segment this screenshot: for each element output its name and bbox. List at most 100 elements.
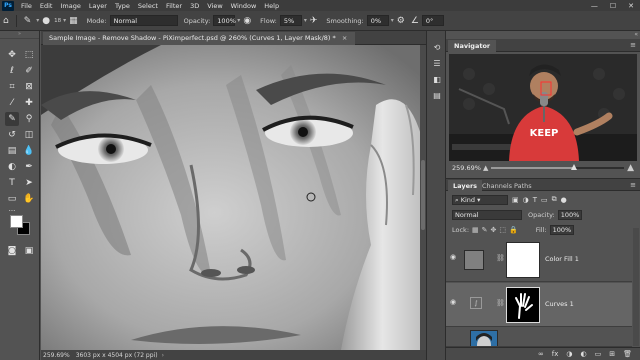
curves-adjustment-icon[interactable]: ∫ (470, 297, 482, 309)
airbrush-icon[interactable]: ✈ (310, 16, 318, 26)
artboard-tool-icon[interactable]: ⬚ (22, 48, 36, 62)
add-mask-icon[interactable]: ◑ (566, 350, 572, 358)
pixel-filter-icon[interactable]: ▣ (512, 196, 519, 204)
menu-file[interactable]: File (17, 2, 36, 10)
adjustment-filter-icon[interactable]: ◑ (523, 196, 529, 204)
menu-help[interactable]: Help (260, 2, 283, 10)
layer-style-icon[interactable]: fx (552, 350, 559, 358)
document-tab[interactable]: Sample Image - Remove Shadow - PiXimperf… (43, 32, 356, 45)
mode-select[interactable]: Normal (109, 15, 178, 26)
panel-menu-icon[interactable]: ≡ (630, 181, 636, 189)
zoom-out-icon[interactable]: ▲ (483, 164, 488, 172)
layer-row-curves[interactable]: ◉ ∫ ⛓ Curves 1 (446, 283, 632, 327)
visibility-eye-icon[interactable]: ◉ (450, 298, 460, 308)
brush-tool-icon[interactable]: ✎ (5, 112, 19, 126)
dodge-tool-icon[interactable]: ◐ (5, 160, 19, 174)
smoothing-settings-gear-icon[interactable]: ⚙ (397, 16, 405, 26)
pen-tool-icon[interactable]: ✒ (22, 160, 36, 174)
brush-settings-icon[interactable]: ▦ (69, 16, 78, 26)
gradient-tool-icon[interactable]: ▤ (5, 144, 19, 158)
lock-all-icon[interactable]: 🔒 (509, 226, 518, 234)
layer-mask-thumbnail[interactable] (506, 242, 540, 278)
foreground-color-swatch[interactable] (10, 215, 23, 228)
brush-tool-icon[interactable]: ✎ (24, 16, 32, 26)
blend-mode-select[interactable]: Normal (452, 209, 522, 220)
type-filter-icon[interactable]: T (533, 196, 537, 204)
brush-preset-icon[interactable]: ● (42, 16, 50, 26)
shape-filter-icon[interactable]: ▭ (541, 196, 548, 204)
maximize-button[interactable]: ☐ (610, 2, 616, 10)
type-tool-icon[interactable]: T (5, 176, 19, 190)
link-chain-icon[interactable]: ⛓ (496, 299, 505, 307)
blur-tool-icon[interactable]: 💧 (22, 144, 36, 158)
menu-edit[interactable]: Edit (36, 2, 57, 10)
screen-mode-icon[interactable]: ▣ (22, 244, 36, 258)
libraries-panel-icon[interactable]: ▤ (431, 89, 443, 101)
flow-field[interactable]: 5% (279, 15, 302, 26)
layer-mask-thumbnail[interactable] (506, 287, 540, 323)
chevron-down-icon[interactable]: ▾ (237, 17, 240, 24)
filter-toggle-icon[interactable]: ● (561, 196, 567, 204)
link-chain-icon[interactable]: ⛓ (496, 254, 505, 262)
eraser-tool-icon[interactable]: ◫ (22, 128, 36, 142)
layer-name[interactable]: Color Fill 1 (545, 255, 579, 263)
home-icon[interactable]: ⌂ (3, 16, 9, 26)
healing-tool-icon[interactable]: ✚ (22, 96, 36, 110)
close-window-button[interactable]: ✕ (628, 2, 634, 10)
history-brush-tool-icon[interactable]: ↺ (5, 128, 19, 142)
chevron-down-icon[interactable]: ▾ (391, 17, 394, 24)
layer-name[interactable]: Curves 1 (545, 300, 574, 308)
delete-layer-icon[interactable]: 🗑 (623, 350, 632, 358)
menu-layer[interactable]: Layer (85, 2, 111, 10)
minimize-button[interactable]: — (591, 2, 598, 10)
canvas[interactable] (41, 45, 426, 350)
layer-fill-field[interactable]: 100% (549, 224, 574, 235)
chevron-down-icon[interactable]: ▾ (304, 17, 307, 24)
collapse-panels-icon[interactable]: « (634, 31, 638, 38)
fill-layer-thumbnail[interactable] (464, 250, 484, 270)
tab-navigator[interactable]: Navigator (448, 40, 497, 52)
navigator-zoom-value[interactable]: 259.69% (452, 164, 481, 172)
crop-tool-icon[interactable]: ⌗ (5, 80, 19, 94)
properties-panel-icon[interactable]: ☰ (431, 57, 443, 69)
lock-position-icon[interactable]: ✥ (491, 226, 497, 234)
chevron-down-icon[interactable]: ▾ (63, 17, 66, 24)
scrollbar-thumb[interactable] (421, 160, 425, 230)
new-layer-icon[interactable]: ⊞ (609, 350, 615, 358)
link-layers-icon[interactable]: ∞ (538, 350, 544, 358)
adjustments-panel-icon[interactable]: ◧ (431, 73, 443, 85)
move-tool-icon[interactable]: ✥ (5, 48, 19, 62)
quick-mask-icon[interactable]: ◙ (5, 244, 19, 258)
smoothing-field[interactable]: 0% (366, 15, 389, 26)
menu-view[interactable]: View (203, 2, 226, 10)
path-select-tool-icon[interactable]: ➤ (22, 176, 36, 190)
layer-opacity-field[interactable]: 100% (557, 209, 582, 220)
adjustment-layer-icon[interactable]: ◐ (581, 350, 587, 358)
opacity-field[interactable]: 100% (213, 15, 236, 26)
lock-artboard-icon[interactable]: ⬚ (499, 226, 506, 234)
pressure-opacity-icon[interactable]: ◉ (243, 16, 251, 26)
history-panel-icon[interactable]: ⟲ (431, 41, 443, 53)
hand-tool-icon[interactable]: ✋ (22, 192, 36, 206)
tab-paths[interactable]: Paths (509, 180, 537, 192)
lasso-tool-icon[interactable]: ℓ (5, 64, 19, 78)
quick-select-tool-icon[interactable]: ✐ (22, 64, 36, 78)
zoom-in-icon[interactable]: ▲ (627, 163, 634, 173)
new-group-icon[interactable]: ▭ (595, 350, 602, 358)
visibility-eye-icon[interactable]: ◉ (450, 253, 460, 263)
menu-3d[interactable]: 3D (186, 2, 203, 10)
toolbar-grip[interactable]: » (0, 31, 39, 39)
layers-scrollbar[interactable] (633, 228, 639, 346)
layer-row-photo[interactable] (446, 328, 632, 347)
menu-type[interactable]: Type (111, 2, 134, 10)
menu-filter[interactable]: Filter (162, 2, 186, 10)
eyedropper-tool-icon[interactable]: ⁄ (5, 96, 19, 110)
lock-transparency-icon[interactable]: ▦ (472, 226, 479, 234)
status-zoom[interactable]: 259.69% (43, 352, 70, 359)
chevron-down-icon[interactable]: ▾ (36, 17, 39, 24)
zoom-slider-handle[interactable] (570, 163, 577, 170)
clone-stamp-tool-icon[interactable]: ⚲ (22, 112, 36, 126)
angle-field[interactable]: 0° (421, 15, 444, 26)
smart-object-filter-icon[interactable]: ⧉ (552, 195, 557, 204)
menu-image[interactable]: Image (56, 2, 84, 10)
